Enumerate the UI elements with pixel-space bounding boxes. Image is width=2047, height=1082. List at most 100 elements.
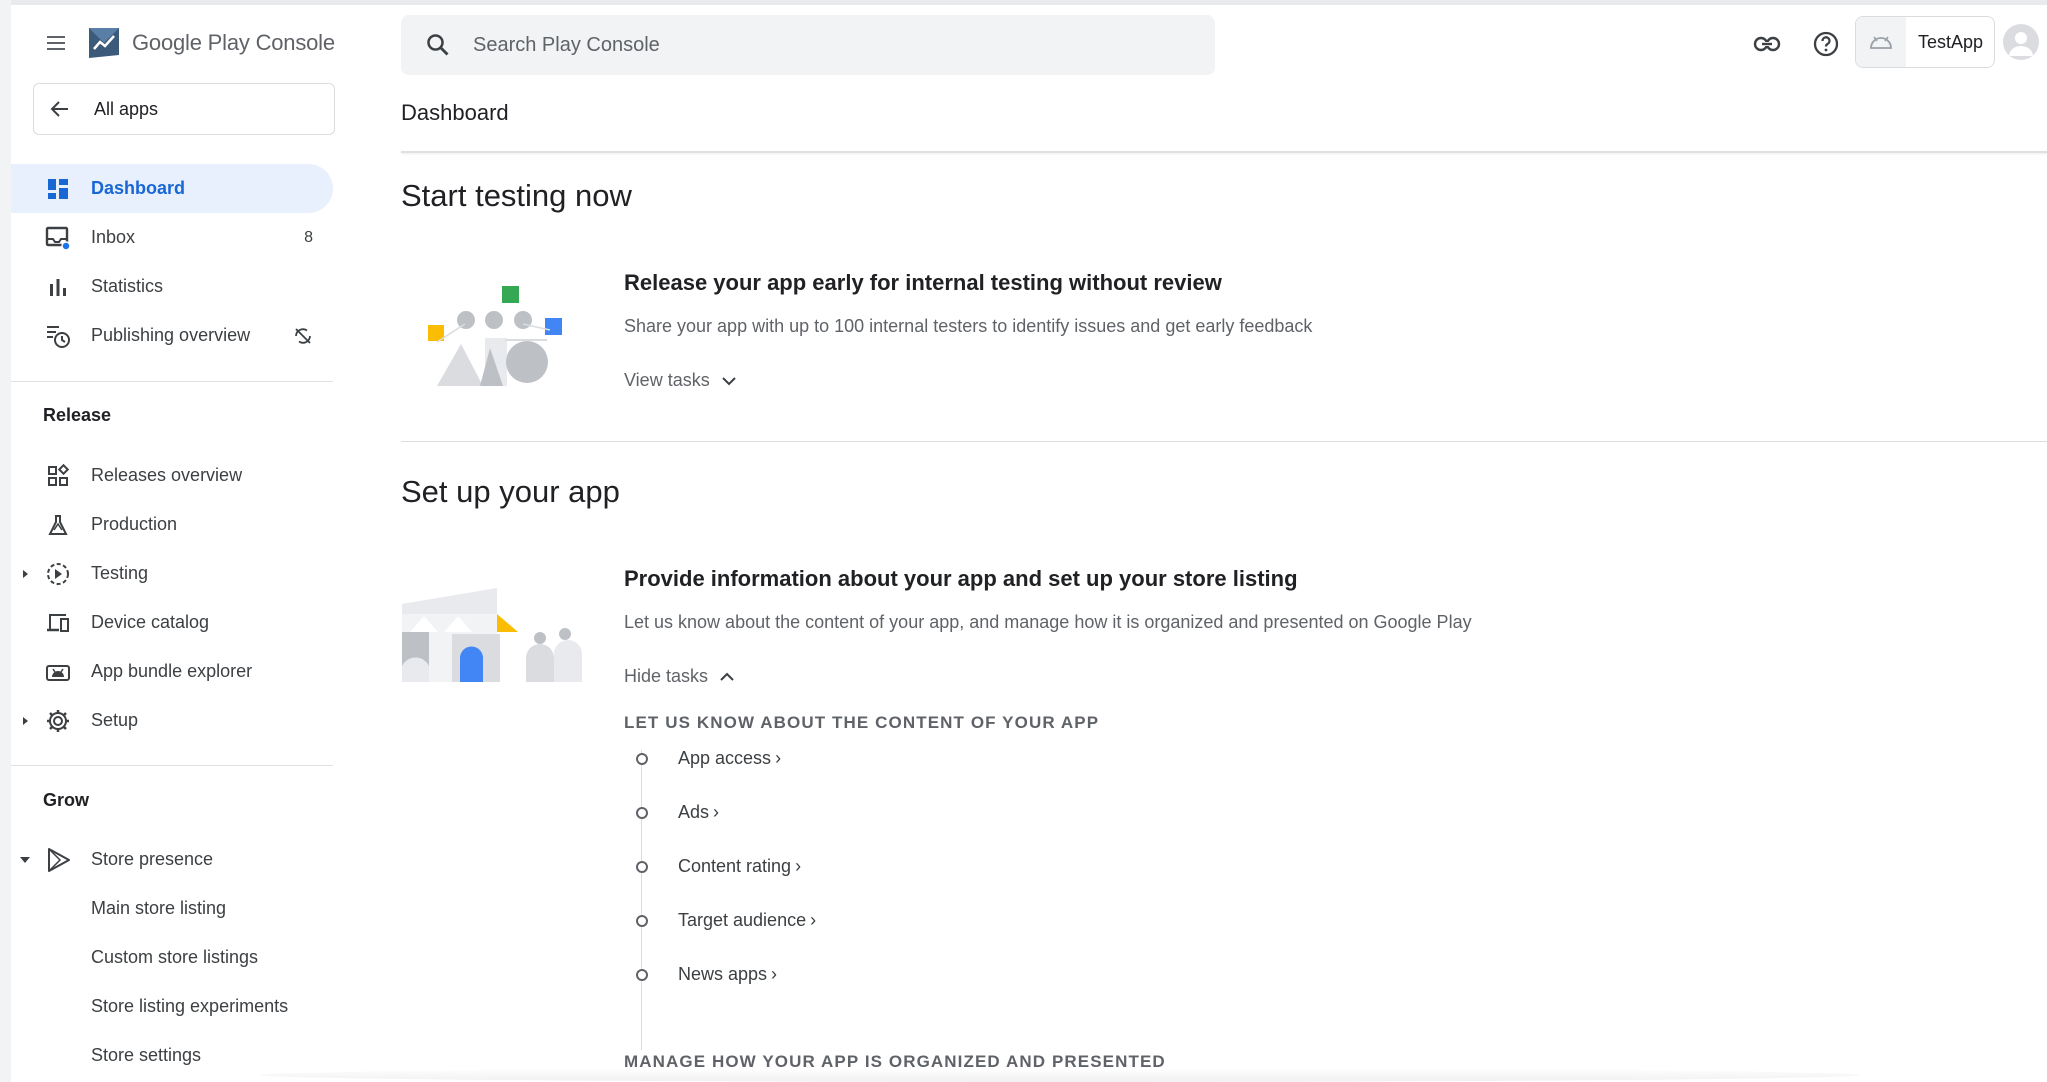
task-ads[interactable]: Ads ›: [632, 802, 719, 823]
task-status-dot: [636, 914, 648, 927]
testing-card-description: Share your app with up to 100 internal t…: [624, 316, 1313, 336]
chevron-down-icon: [721, 376, 736, 385]
search-icon: [427, 34, 449, 56]
google-play-console-logo[interactable]: Google Play Console: [86, 25, 335, 61]
caret-right-icon[interactable]: [19, 715, 31, 727]
sidebar-item-production[interactable]: Production: [11, 500, 333, 549]
chevron-right-icon: ›: [713, 802, 720, 822]
app-name: TestApp: [1918, 31, 1984, 52]
setup-illustration: [402, 586, 590, 687]
setup-card-description: Let us know about the content of your ap…: [624, 612, 1472, 632]
chevron-right-icon: ›: [775, 748, 782, 768]
task-app-access[interactable]: App access ›: [632, 748, 781, 769]
sidebar-item-label: Setup: [91, 710, 139, 730]
help-button[interactable]: [1806, 24, 1846, 64]
android-icon: [45, 659, 71, 685]
task-content-rating[interactable]: Content rating ›: [632, 856, 801, 877]
task-status-dot: [636, 860, 648, 873]
flask-icon: [45, 512, 71, 538]
dashboard-icon: [45, 176, 71, 202]
task-label: Content rating: [678, 856, 792, 876]
title-divider: [401, 151, 2047, 153]
sidebar-item-label: Custom store listings: [91, 947, 259, 967]
all-apps-button[interactable]: All apps: [33, 83, 335, 135]
dashboard-outline-icon: [45, 463, 71, 489]
menu-icon: [47, 36, 65, 50]
play-icon: [45, 847, 71, 873]
sidebar-item-releases-overview[interactable]: Releases overview: [11, 451, 333, 500]
sidebar-item-inbox[interactable]: Inbox 8: [11, 213, 333, 262]
sidebar-item-app-bundle-explorer[interactable]: App bundle explorer: [11, 647, 333, 696]
logo-text: Google Play Console: [132, 30, 335, 55]
section-title-testing: Start testing now: [401, 178, 632, 213]
testing-card-title: Release your app early for internal test…: [624, 270, 1222, 295]
task-status-dot: [636, 752, 648, 765]
brand-header: Google Play Console: [34, 20, 335, 66]
sidebar-item-label: Publishing overview: [91, 325, 251, 345]
sidebar-item-label: Store settings: [91, 1045, 202, 1065]
play-console-logo-icon: [89, 28, 119, 58]
sidebar-item-testing[interactable]: Testing: [11, 549, 333, 598]
sidebar-item-setup[interactable]: Setup: [11, 696, 333, 745]
task-status-dot: [636, 806, 648, 819]
help-icon: [1813, 31, 1839, 57]
sidebar-item-label: Store presence: [91, 849, 214, 869]
task-label: App access: [678, 748, 772, 768]
bottom-scroll-shadow: [260, 1068, 1860, 1082]
sidebar-item-label: Store listing experiments: [91, 996, 289, 1016]
gear-icon: [45, 708, 71, 734]
sync-disabled-icon: [293, 326, 313, 346]
sidebar-item-publishing-overview[interactable]: Publishing overview: [11, 311, 333, 360]
search-input[interactable]: Search Play Console: [401, 15, 1215, 75]
android-app-icon: [1856, 17, 1906, 67]
section-title-setup: Set up your app: [401, 474, 620, 509]
hamburger-menu-button[interactable]: [34, 21, 78, 65]
chevron-right-icon: ›: [810, 910, 817, 930]
sidebar-item-statistics[interactable]: Statistics: [11, 262, 333, 311]
sidebar-item-label: Production: [91, 514, 178, 534]
view-tasks-toggle[interactable]: View tasks: [624, 370, 738, 391]
sidebar-item-label: Testing: [91, 563, 149, 583]
task-label: News apps: [678, 964, 768, 984]
sidebar-heading-grow: Grow: [43, 790, 90, 810]
sidebar-item-device-catalog[interactable]: Device catalog: [11, 598, 333, 647]
setup-card-title: Provide information about your app and s…: [624, 566, 1298, 591]
testing-illustration: [425, 282, 575, 397]
task-timeline: [641, 750, 642, 1050]
inbox-icon: [45, 225, 71, 251]
page-title: Dashboard: [401, 100, 509, 125]
task-label: Target audience: [678, 910, 807, 930]
sidebar-item-main-store-listing[interactable]: Main store listing: [11, 884, 333, 933]
sidebar-item-dashboard[interactable]: Dashboard: [11, 164, 333, 213]
search-placeholder: Search Play Console: [473, 33, 660, 56]
app-selector[interactable]: TestApp: [1855, 16, 1995, 68]
task-target-audience[interactable]: Target audience ›: [632, 910, 816, 931]
sidebar-divider: [11, 765, 333, 766]
task-status-dot: [636, 968, 648, 981]
hide-tasks-toggle[interactable]: Hide tasks: [624, 666, 736, 687]
sidebar-item-store-presence[interactable]: Store presence: [11, 835, 333, 884]
caret-right-icon[interactable]: [19, 568, 31, 580]
arrow-back-icon: [50, 101, 68, 117]
sidebar-item-label: App bundle explorer: [91, 661, 253, 681]
section-divider: [401, 441, 2047, 442]
inbox-count-badge: 8: [304, 228, 313, 246]
chevron-right-icon: ›: [771, 964, 778, 984]
sidebar-item-custom-store-listings[interactable]: Custom store listings: [11, 933, 333, 982]
caret-down-icon[interactable]: [19, 854, 31, 866]
chevron-right-icon: ›: [795, 856, 802, 876]
sidebar-item-label: Main store listing: [91, 898, 227, 918]
sidebar-item-label: Statistics: [91, 276, 164, 296]
bar-chart-icon: [45, 274, 71, 300]
chevron-up-icon: [720, 672, 734, 681]
task-news-apps[interactable]: News apps ›: [632, 964, 777, 985]
devices-icon: [45, 610, 71, 636]
account-avatar[interactable]: [2003, 24, 2039, 60]
window-left-edge: [0, 0, 11, 1082]
sidebar-item-label: Inbox: [91, 227, 136, 247]
task-label: Ads: [678, 802, 710, 822]
history-icon: [45, 323, 71, 349]
link-button[interactable]: [1747, 24, 1787, 64]
sidebar-item-store-listing-experiments[interactable]: Store listing experiments: [11, 982, 333, 1031]
view-tasks-label: View tasks: [624, 370, 710, 390]
